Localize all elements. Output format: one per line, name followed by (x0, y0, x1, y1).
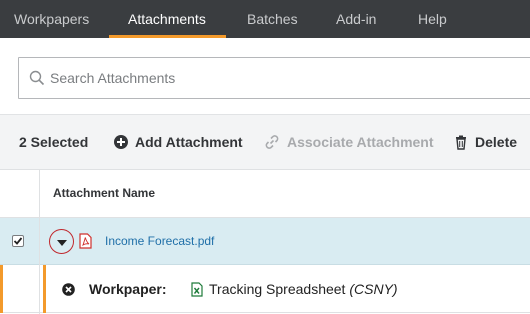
search-icon (29, 70, 45, 86)
tab-batches[interactable]: Batches (247, 0, 298, 38)
add-attachment-button[interactable]: Add Attachment (135, 115, 243, 169)
workpaper-entity: (CSNY) (349, 281, 398, 297)
search-area: Search Attachments (0, 38, 530, 114)
tab-workpapers[interactable]: Workpapers (14, 0, 89, 38)
pdf-icon (79, 233, 92, 249)
workpaper-association-row: Workpaper: Tracking Spreadsheet (CSNY) (0, 265, 530, 313)
tab-help[interactable]: Help (418, 0, 447, 38)
associate-attachment-button[interactable]: Associate Attachment (287, 115, 434, 169)
link-icon (265, 135, 279, 149)
excel-icon (191, 282, 203, 297)
add-circle-icon (114, 135, 128, 149)
row-accent-bar (0, 265, 3, 313)
attachment-file-link[interactable]: Income Forecast.pdf (105, 218, 214, 264)
column-divider (39, 170, 40, 314)
caret-down-icon (57, 240, 67, 246)
search-box[interactable]: Search Attachments (18, 57, 530, 99)
workpaper-name[interactable]: Tracking Spreadsheet (CSNY) (209, 265, 398, 313)
expand-toggle-button[interactable] (49, 229, 74, 254)
table-row[interactable]: Income Forecast.pdf (0, 218, 530, 265)
table-header: Attachment Name (0, 170, 530, 218)
column-header-attachment-name[interactable]: Attachment Name (53, 170, 155, 216)
workpaper-label: Workpaper: (89, 281, 167, 297)
row-checkbox[interactable] (12, 235, 24, 247)
delete-button[interactable]: Delete (475, 115, 517, 169)
search-input[interactable]: Search Attachments (50, 58, 175, 98)
top-nav: Workpapers Attachments Batches Add-in He… (0, 0, 530, 38)
row-accent-bar-inner (43, 265, 46, 313)
tab-add-in[interactable]: Add-in (336, 0, 376, 38)
tab-attachments[interactable]: Attachments (128, 0, 206, 38)
selected-count: 2 Selected (19, 134, 89, 150)
remove-circle-icon[interactable] (62, 283, 75, 296)
checkmark-icon (13, 237, 23, 245)
toolbar: 2 Selected Add Attachment Associate Atta… (0, 114, 530, 170)
workpaper-title: Tracking Spreadsheet (209, 281, 346, 297)
trash-icon (456, 135, 466, 150)
